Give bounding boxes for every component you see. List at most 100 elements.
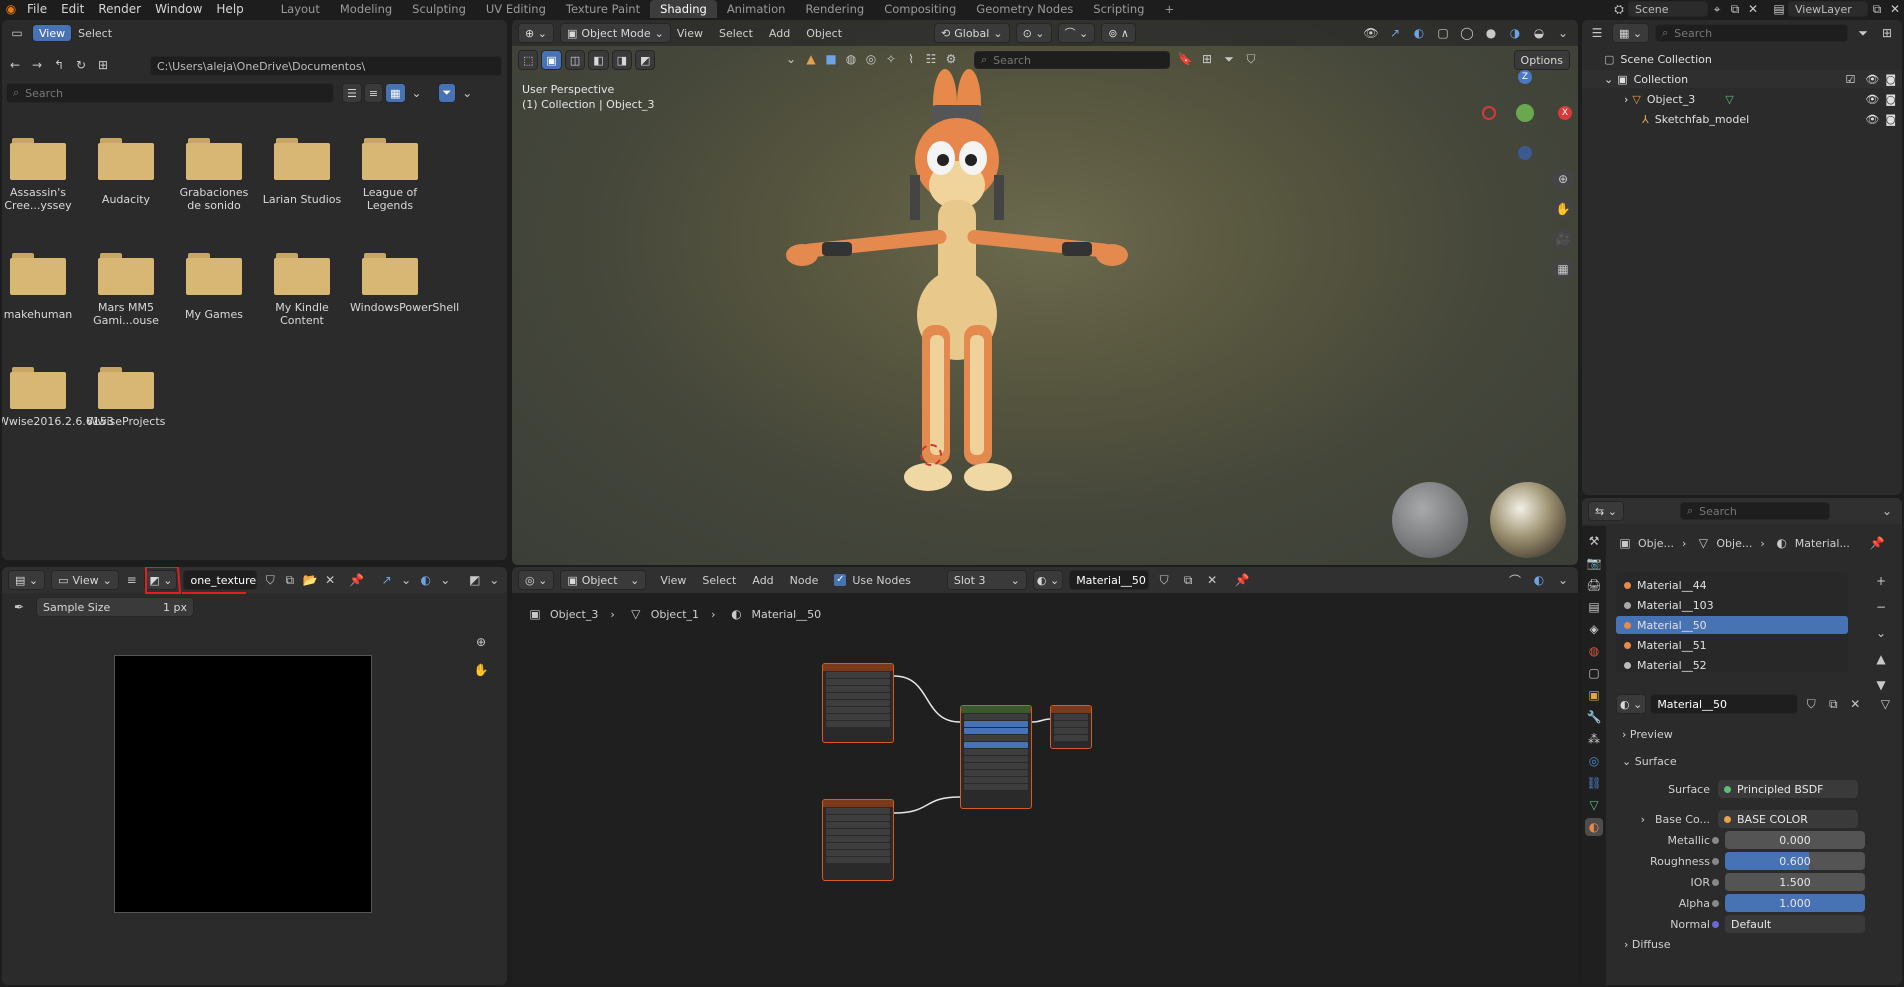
camera-icon[interactable]: ◙ [1885, 113, 1896, 126]
new-folder-icon[interactable]: ⊞ [94, 56, 112, 74]
base-color-field[interactable]: BASE COLOR [1718, 810, 1858, 828]
fake-user-icon[interactable]: ⛉ [263, 571, 277, 589]
snap-toggle[interactable]: ⌒ ⌄ [1057, 23, 1096, 43]
socket-dot-icon[interactable] [1712, 899, 1719, 907]
pin-icon[interactable]: 📌 [1868, 534, 1886, 552]
eyedropper-icon[interactable]: ✒ [10, 598, 28, 616]
layout-icon[interactable]: ⊞ [1198, 50, 1216, 68]
solid-shading-icon[interactable]: ● [1482, 24, 1500, 42]
tab-layout[interactable]: Layout [271, 0, 330, 18]
delete-view-layer-icon[interactable]: ✕ [1886, 0, 1904, 18]
move-up-icon[interactable]: ▲ [1872, 650, 1890, 668]
gizmo-icon[interactable]: ↗ [380, 571, 394, 589]
outliner-search-input[interactable]: ⌕ Search [1655, 24, 1848, 42]
navigation-gizmo[interactable]: Z X [1482, 70, 1572, 160]
x-axis-icon[interactable]: X [1558, 106, 1572, 120]
expand-chevron-icon[interactable]: › [1624, 93, 1628, 106]
hamburger-icon[interactable]: ≡ [125, 571, 139, 589]
filter-icon[interactable]: ⏷ [437, 83, 457, 103]
roughness-field[interactable]: 0.600 [1725, 852, 1865, 870]
physics-tab-icon[interactable]: ◎ [1585, 752, 1603, 770]
tool-tab-icon[interactable]: ⚒ [1585, 532, 1603, 550]
viewport-menu-object[interactable]: Object [806, 27, 842, 40]
scene-selector[interactable]: Scene [1628, 1, 1708, 17]
image-texture-node-roughness[interactable] [822, 799, 894, 881]
data-tab-icon[interactable]: ▽ [1585, 796, 1603, 814]
neg-x-axis-icon[interactable] [1482, 106, 1496, 120]
chevron-down-icon[interactable]: ⌄ [408, 84, 426, 102]
scene-icon[interactable]: ⛭ [1610, 0, 1628, 18]
back-icon[interactable]: ← [6, 56, 24, 74]
folder-item[interactable]: makehuman [2, 253, 78, 321]
select-tool-icon[interactable]: ⬚ [518, 50, 539, 70]
channels-chevron-icon[interactable]: ⌄ [488, 571, 502, 589]
refresh-icon[interactable]: ↻ [72, 56, 90, 74]
folder-item[interactable]: WwiseProjects [86, 367, 166, 428]
surface-section[interactable]: ⌄ Surface [1622, 755, 1677, 768]
diffuse-section[interactable]: › Diffuse [1624, 938, 1670, 951]
add-workspace-button[interactable]: + [1154, 0, 1184, 18]
camera-icon[interactable]: ◙ [1885, 93, 1896, 106]
overlay-icon[interactable]: ◐ [1410, 24, 1428, 42]
new-view-layer-icon[interactable]: ⧉ [1868, 0, 1886, 18]
unlink-icon[interactable]: ✕ [1846, 695, 1864, 713]
view-layer-icon[interactable]: ▤ [1770, 0, 1788, 18]
slot-specials-icon[interactable]: ⌄ [1872, 624, 1890, 642]
image-texture-node-base-color[interactable] [822, 663, 894, 743]
view-layer-tab-icon[interactable]: ▤ [1585, 598, 1603, 616]
gizmo-icon[interactable]: ↗ [1386, 24, 1404, 42]
display-mode-selector[interactable]: ▦ ⌄ [1612, 23, 1650, 43]
tab-shading[interactable]: Shading [650, 0, 717, 18]
material-output-node[interactable] [1050, 705, 1092, 749]
properties-chevron-icon[interactable]: ⌄ [1878, 502, 1896, 520]
rendered-shading-icon[interactable]: ◒ [1530, 24, 1548, 42]
scene-tab-icon[interactable]: ◈ [1585, 620, 1603, 638]
surface-shader-field[interactable]: Principled BSDF [1718, 780, 1858, 798]
shading-chevron-icon[interactable]: ⌄ [1554, 24, 1572, 42]
output-tab-icon[interactable]: 🖨 [1585, 576, 1603, 594]
proportional-toggle[interactable]: ⊚ ∧ [1101, 23, 1136, 43]
outliner-editor-type-icon[interactable]: ☰ [1588, 24, 1606, 42]
ior-field[interactable]: 1.500 [1725, 873, 1865, 891]
material-slot[interactable]: Material__103 [1616, 596, 1848, 614]
zoom-icon[interactable]: ⊕ [1552, 168, 1574, 190]
camera-view-icon[interactable]: 🎥 [1552, 228, 1574, 250]
tab-modeling[interactable]: Modeling [330, 0, 402, 18]
path-field[interactable]: C:\Users\aleja\OneDrive\Documentos\ [150, 56, 502, 76]
socket-dot-icon[interactable] [1712, 878, 1719, 886]
xray-icon[interactable]: ▢ [1434, 24, 1452, 42]
duplicate-image-icon[interactable]: ⧉ [283, 571, 297, 589]
image-view-menu[interactable]: ▭ View ⌄ [51, 570, 119, 590]
material-shading-icon[interactable]: ◑ [1506, 24, 1524, 42]
list-horizontal-icon[interactable]: ≡ [363, 83, 384, 103]
properties-search-input[interactable]: ⌕ Search [1679, 502, 1830, 520]
thumbnails-icon[interactable]: ▦ [385, 83, 406, 103]
pivot-selector[interactable]: ⊙ ⌄ [1015, 23, 1052, 43]
scene-collection-item[interactable]: ▢ Scene Collection [1582, 50, 1902, 68]
tab-scripting[interactable]: Scripting [1083, 0, 1154, 18]
viewport-panel[interactable]: ⊕ ⌄ ▣ Object Mode ⌄ View Select Add Objec… [512, 20, 1578, 565]
character-model[interactable] [742, 65, 1162, 495]
tab-sculpting[interactable]: Sculpting [402, 0, 476, 18]
funnel-icon[interactable]: ⏷ [1220, 50, 1238, 68]
tab-rendering[interactable]: Rendering [795, 0, 874, 18]
pin-icon[interactable]: 📌 [349, 571, 364, 589]
link-type-icon[interactable]: ▽ [1876, 695, 1894, 713]
tab-compositing[interactable]: Compositing [874, 0, 966, 18]
viewport-menu-select[interactable]: Select [719, 27, 753, 40]
tab-geometry-nodes[interactable]: Geometry Nodes [966, 0, 1083, 18]
folder-item[interactable]: My Kindle Content [262, 253, 342, 327]
fake-user-icon[interactable]: ⛉ [1802, 695, 1820, 713]
filter-chevron-icon[interactable]: ⌄ [458, 84, 476, 102]
folder-item[interactable]: League of Legends [350, 138, 430, 212]
folder-item[interactable]: WindowsPowerShell [350, 253, 459, 314]
transform-orientation[interactable]: ⟲ Global ⌄ [934, 23, 1010, 43]
expand-chevron-icon[interactable]: › [1641, 813, 1645, 826]
folder-item[interactable]: Grabaciones de sonido [174, 138, 254, 212]
vector-socket-icon[interactable] [1712, 920, 1719, 928]
pin-icon[interactable]: ⌖ [1708, 0, 1726, 18]
menu-render[interactable]: Render [91, 0, 148, 18]
y-axis-icon[interactable] [1516, 104, 1534, 122]
new-collection-icon[interactable]: ⊞ [1878, 24, 1896, 42]
alpha-field[interactable]: 1.000 [1725, 894, 1865, 912]
